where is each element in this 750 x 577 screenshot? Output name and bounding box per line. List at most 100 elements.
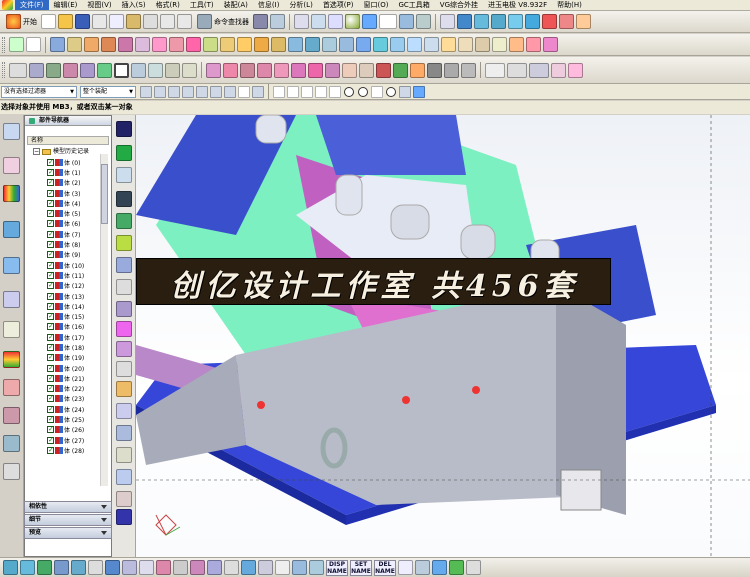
mold-runner-icon[interactable] bbox=[308, 62, 323, 78]
view-orient-icon[interactable] bbox=[399, 14, 414, 29]
curve-icon[interactable] bbox=[526, 37, 541, 52]
zoom-icon[interactable] bbox=[311, 14, 326, 29]
view-front-icon[interactable] bbox=[3, 560, 18, 575]
menu-electrode[interactable]: 进玉电极 V8.932F bbox=[483, 0, 552, 10]
face-icon[interactable] bbox=[131, 62, 146, 78]
assembly-navigator-icon[interactable] bbox=[3, 123, 20, 140]
dropdown-toggle-icon[interactable] bbox=[9, 62, 27, 78]
snap-endpoint-icon[interactable] bbox=[273, 85, 285, 98]
fit-view-icon[interactable] bbox=[294, 14, 309, 29]
visibility-checkbox[interactable]: ✓ bbox=[47, 385, 54, 393]
menu-vg-plugin[interactable]: VG综合外挂 bbox=[435, 0, 483, 10]
menu-tools[interactable]: 工具(T) bbox=[185, 0, 219, 10]
mold-insert-icon[interactable] bbox=[240, 62, 255, 78]
visibility-checkbox[interactable]: ✓ bbox=[47, 395, 54, 403]
visibility-checkbox[interactable]: ✓ bbox=[47, 313, 54, 321]
clip-icon[interactable] bbox=[258, 560, 273, 575]
palette-tool-icon[interactable] bbox=[116, 447, 132, 463]
mold-assembly-icon[interactable] bbox=[568, 62, 583, 78]
gear-icon[interactable] bbox=[415, 560, 430, 575]
snap-point-on-face-icon[interactable] bbox=[413, 85, 425, 98]
snap-midpoint-icon[interactable] bbox=[287, 85, 299, 98]
visibility-checkbox[interactable]: ✓ bbox=[47, 405, 54, 413]
mold-plate-2-icon[interactable] bbox=[507, 62, 527, 78]
visibility-checkbox[interactable]: ✓ bbox=[47, 199, 54, 207]
mold-base-icon[interactable] bbox=[223, 62, 238, 78]
wrap-icon[interactable] bbox=[441, 37, 456, 52]
background-color-icon[interactable] bbox=[379, 14, 397, 29]
roles-icon[interactable] bbox=[3, 407, 20, 424]
mold-pin-icon[interactable] bbox=[461, 62, 476, 78]
collapse-icon[interactable]: − bbox=[33, 148, 40, 155]
cylinder-icon[interactable] bbox=[135, 37, 150, 52]
mirror-icon[interactable] bbox=[288, 37, 303, 52]
delete-icon[interactable] bbox=[143, 14, 158, 29]
block-icon[interactable] bbox=[118, 37, 133, 52]
hidden-lines-icon[interactable] bbox=[224, 560, 239, 575]
sketch-icon[interactable] bbox=[9, 37, 24, 52]
system-scenes-icon[interactable] bbox=[3, 435, 20, 452]
trim-icon[interactable] bbox=[559, 14, 574, 29]
book-icon[interactable] bbox=[116, 167, 132, 183]
arrow-icon[interactable] bbox=[275, 560, 290, 575]
menu-assembly[interactable]: 装配(A) bbox=[219, 0, 253, 10]
mold-pocket-icon[interactable] bbox=[342, 62, 357, 78]
pattern-icon[interactable] bbox=[271, 37, 286, 52]
snowflake-icon[interactable] bbox=[116, 279, 132, 295]
gear-icon[interactable] bbox=[116, 361, 132, 377]
law-curve-icon[interactable] bbox=[492, 37, 507, 52]
reuse-library-icon[interactable] bbox=[3, 321, 20, 338]
visibility-checkbox[interactable]: ✓ bbox=[47, 189, 54, 197]
mold-tools-icon[interactable] bbox=[410, 62, 425, 78]
mold-cavity-icon[interactable] bbox=[376, 62, 391, 78]
check-icon[interactable] bbox=[449, 560, 464, 575]
transform-icon[interactable] bbox=[63, 62, 78, 78]
arrow-up-icon[interactable] bbox=[116, 191, 132, 207]
offset-surface-icon[interactable] bbox=[542, 14, 557, 29]
visibility-checkbox[interactable]: ✓ bbox=[47, 343, 54, 351]
wcs-icon[interactable] bbox=[416, 14, 431, 29]
pan-icon[interactable] bbox=[309, 560, 324, 575]
offset-face-icon[interactable] bbox=[305, 37, 320, 52]
shaded-icon[interactable] bbox=[156, 560, 171, 575]
star-tool-icon[interactable] bbox=[116, 469, 132, 485]
toolbar-grip[interactable] bbox=[2, 36, 5, 53]
redo-icon[interactable] bbox=[177, 14, 192, 29]
paste-icon[interactable] bbox=[126, 14, 141, 29]
visibility-checkbox[interactable]: ✓ bbox=[47, 261, 54, 269]
ladder-icon[interactable] bbox=[509, 37, 524, 52]
sweep-icon[interactable] bbox=[525, 14, 540, 29]
copy-icon[interactable] bbox=[109, 14, 124, 29]
visibility-checkbox[interactable]: ✓ bbox=[47, 302, 54, 310]
x-mark-icon[interactable] bbox=[116, 341, 132, 357]
snap-curve-icon[interactable] bbox=[315, 85, 327, 98]
partial-shade-icon[interactable] bbox=[173, 560, 188, 575]
datum-plane-icon[interactable] bbox=[26, 37, 41, 52]
list-icon[interactable] bbox=[116, 425, 132, 441]
visibility-checkbox[interactable]: ✓ bbox=[47, 241, 54, 249]
palette-icon[interactable] bbox=[3, 351, 20, 368]
eye-icon[interactable] bbox=[398, 560, 413, 575]
measure-icon[interactable] bbox=[475, 37, 490, 52]
visibility-checkbox[interactable]: ✓ bbox=[47, 323, 54, 331]
menu-analysis[interactable]: 分析(L) bbox=[284, 0, 317, 10]
mold-wrench-icon[interactable] bbox=[427, 62, 442, 78]
mold-ejector-icon[interactable] bbox=[359, 62, 374, 78]
view-right-icon[interactable] bbox=[54, 560, 69, 575]
select-rect-icon[interactable] bbox=[238, 85, 250, 98]
analysis-icon[interactable] bbox=[80, 62, 95, 78]
zoom-in-out-icon[interactable] bbox=[328, 14, 343, 29]
trim-body-icon[interactable] bbox=[390, 37, 405, 52]
edge-icon[interactable] bbox=[165, 62, 180, 78]
visibility-checkbox[interactable]: ✓ bbox=[47, 436, 54, 444]
replace-face-icon[interactable] bbox=[322, 37, 337, 52]
spline-icon[interactable] bbox=[543, 37, 558, 52]
selection-icon[interactable] bbox=[440, 14, 455, 29]
visibility-checkbox[interactable]: ✓ bbox=[47, 210, 54, 218]
menu-information[interactable]: 信息(I) bbox=[253, 0, 285, 10]
visibility-checkbox[interactable]: ✓ bbox=[47, 446, 54, 454]
select-move-icon[interactable] bbox=[224, 85, 236, 98]
select-cube-2-icon[interactable] bbox=[210, 85, 222, 98]
boss-icon[interactable] bbox=[101, 37, 116, 52]
view-side-icon[interactable] bbox=[71, 560, 86, 575]
